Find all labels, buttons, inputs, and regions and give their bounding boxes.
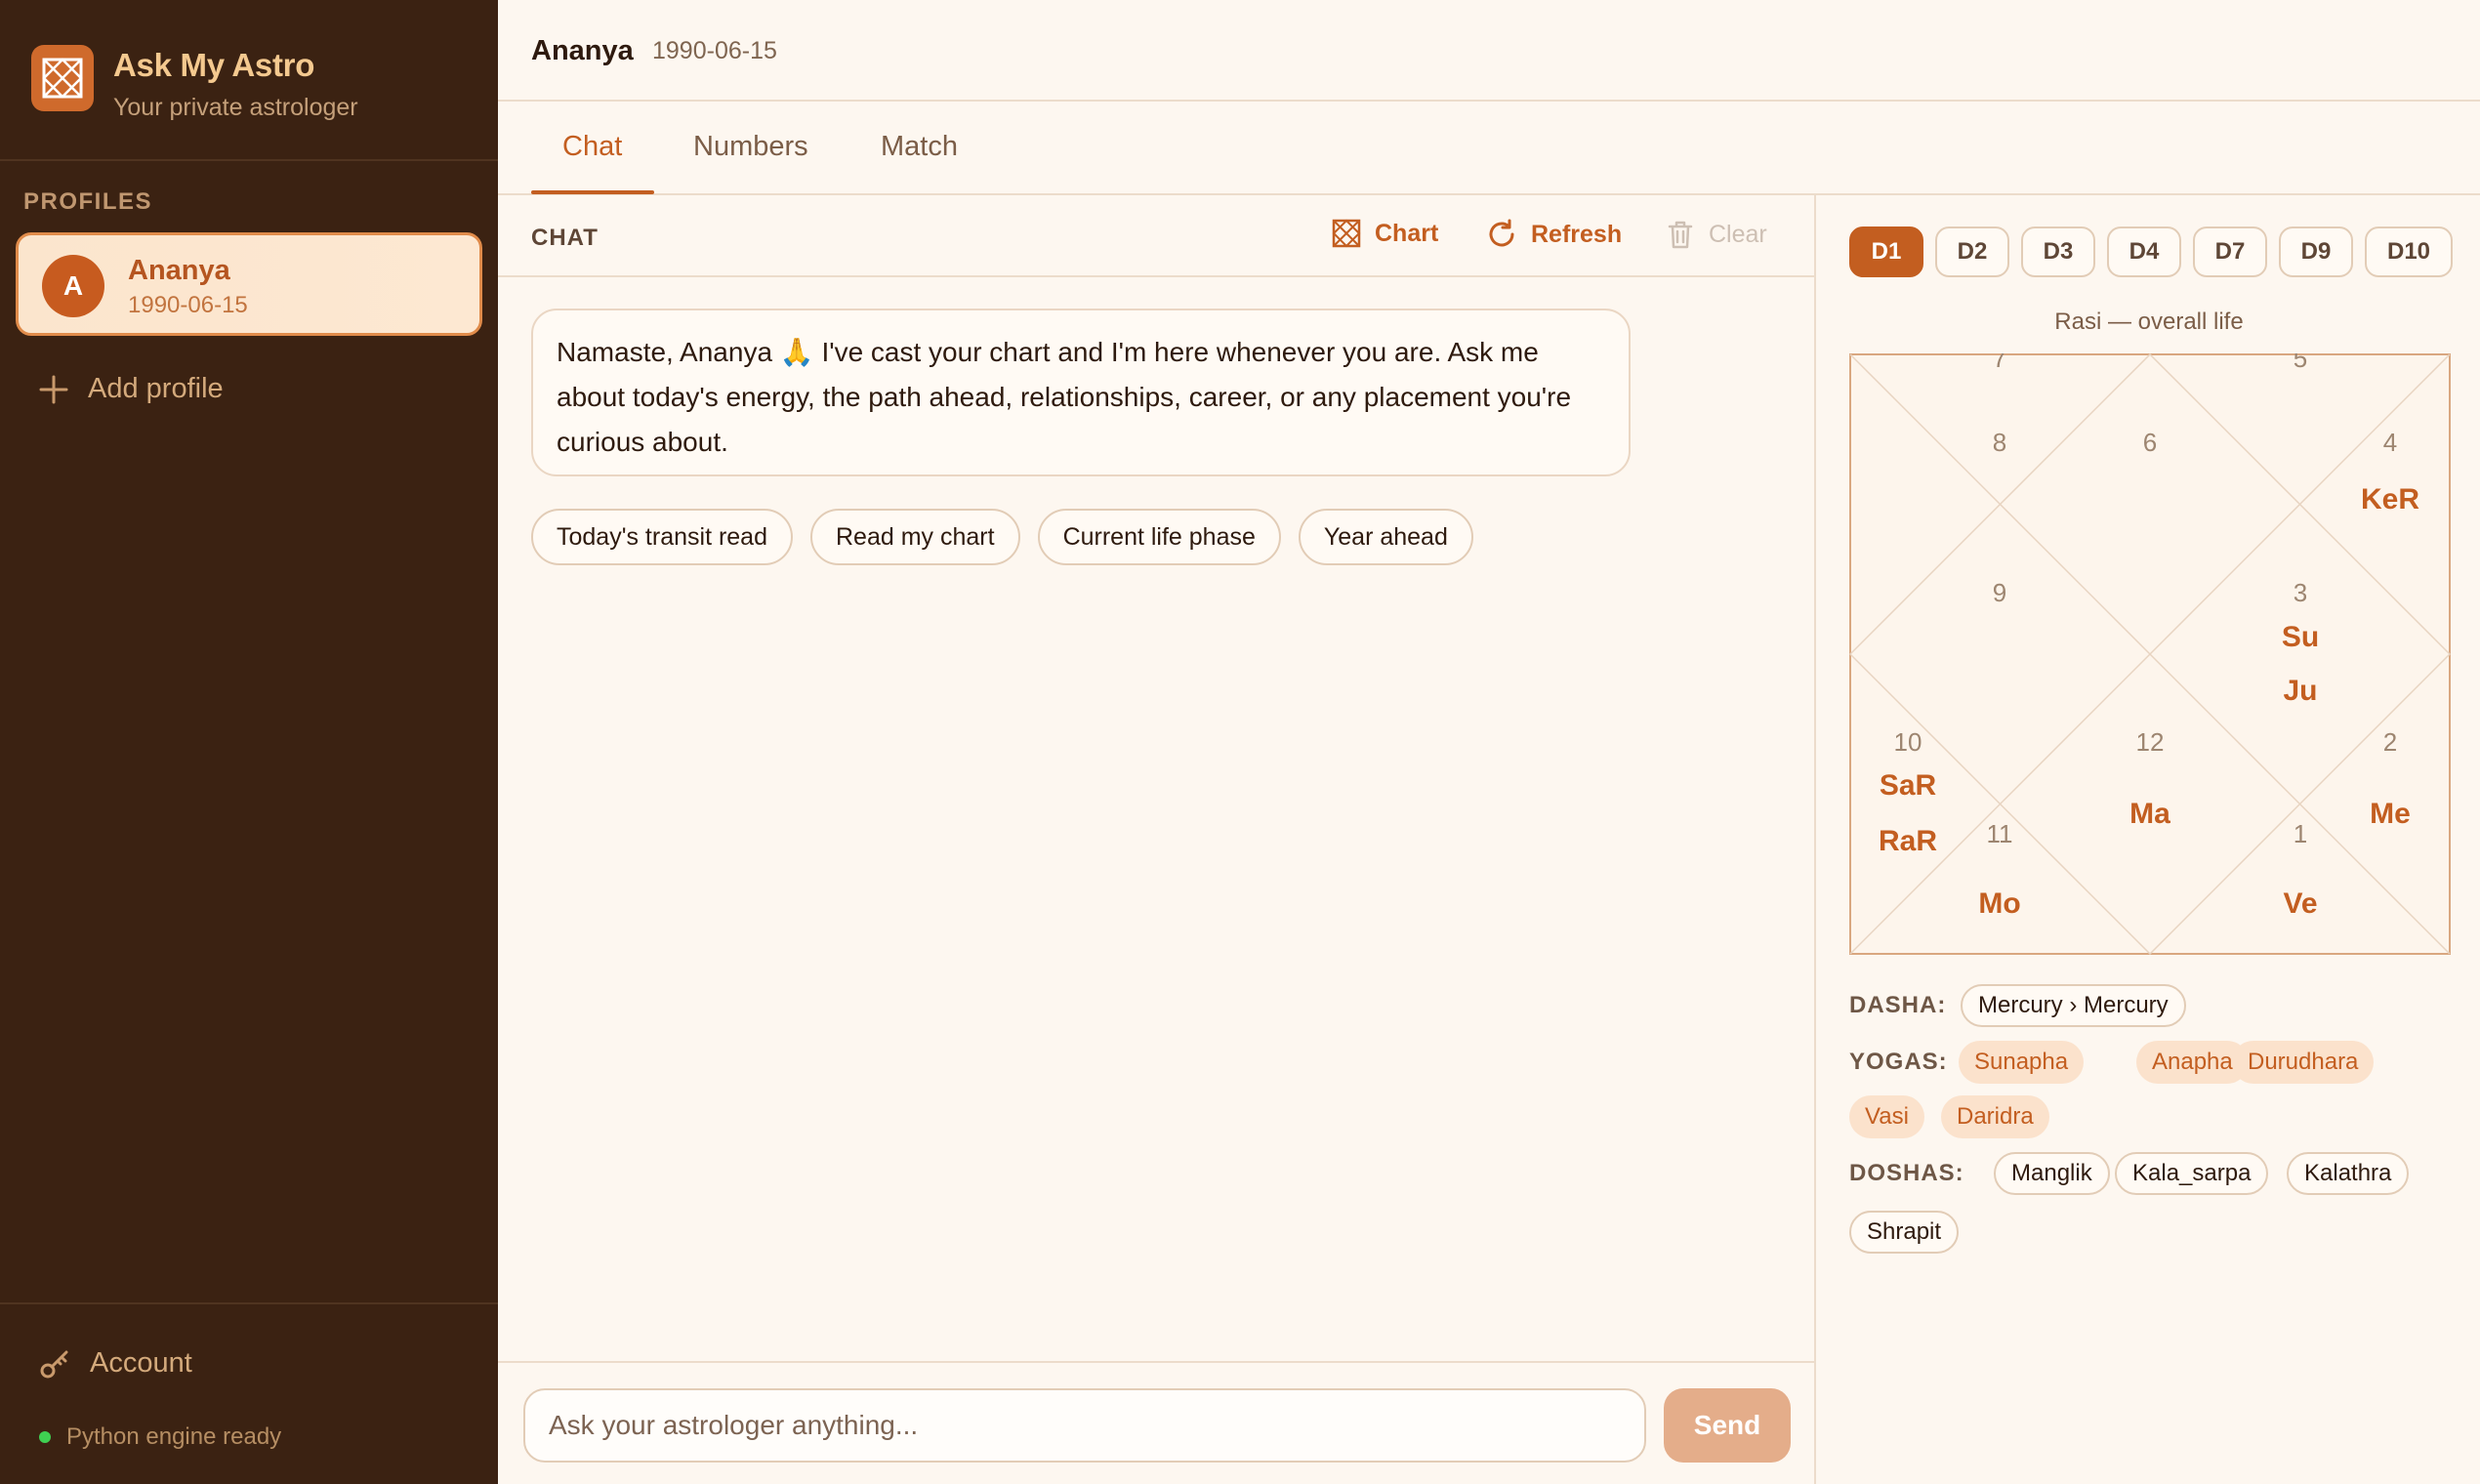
division-tab-d10[interactable]: D10: [2365, 227, 2453, 277]
trash-icon: [1668, 221, 1693, 249]
doshas-label: DOSHAS:: [1849, 1160, 1964, 1186]
brand: Ask My Astro Your private astrologer: [31, 45, 358, 122]
key-icon: [40, 1350, 68, 1378]
refresh-button[interactable]: Refresh: [1486, 219, 1622, 250]
planet-label: RaR: [1879, 825, 1937, 857]
clear-button-label: Clear: [1709, 220, 1767, 248]
planet-label: KeR: [2361, 483, 2419, 515]
sidebar: Ask My Astro Your private astrologer PRO…: [0, 0, 498, 1484]
profile-dob: 1990-06-15: [128, 292, 248, 318]
dosha-tag: Kalathra: [2287, 1152, 2410, 1195]
assistant-message: Namaste, Ananya 🙏 I've cast your chart a…: [531, 309, 1631, 476]
tab-chat[interactable]: Chat: [562, 131, 622, 163]
dasha-badge: Mercury › Mercury: [1961, 984, 2186, 1027]
account-button[interactable]: Account: [39, 1347, 192, 1380]
house-number: 8: [1993, 428, 2006, 457]
tab-match[interactable]: Match: [881, 131, 958, 163]
add-profile-button[interactable]: Add profile: [39, 373, 224, 405]
header-dob: 1990-06-15: [652, 37, 777, 64]
dosha-tag: Manglik: [1994, 1152, 2110, 1195]
tab-numbers[interactable]: Numbers: [693, 131, 808, 163]
division-tab-d1[interactable]: D1: [1849, 227, 1923, 277]
division-tab-d9[interactable]: D9: [2279, 227, 2353, 277]
yoga-tag: Sunapha: [1959, 1041, 2085, 1084]
house-number: 3: [2294, 578, 2307, 607]
house-number: 1: [2294, 819, 2307, 848]
division-tab-d2[interactable]: D2: [1935, 227, 2009, 277]
planet-label: Ju: [2283, 675, 2317, 707]
dosha-tag: Kala_sarpa: [2115, 1152, 2269, 1195]
account-label: Account: [90, 1347, 192, 1379]
planet-label: Me: [2370, 798, 2411, 830]
app-subtitle: Your private astrologer: [113, 94, 358, 121]
division-tab-d3[interactable]: D3: [2021, 227, 2095, 277]
chart-icon: [1332, 219, 1361, 248]
division-tab-d7[interactable]: D7: [2193, 227, 2267, 277]
chart-grid-icon: [31, 45, 94, 111]
plus-icon: [39, 375, 68, 403]
planet-label: Ma: [2129, 798, 2170, 830]
dasha-label: DASHA:: [1849, 992, 1947, 1018]
tab-bar: Chat Numbers Match: [498, 102, 2480, 195]
sidebar-divider: [0, 159, 498, 161]
house-number: 11: [1987, 819, 2013, 848]
house-number: 5: [2294, 353, 2307, 373]
yoga-tag: Vasi: [1849, 1095, 1924, 1138]
engine-status: Python engine ready: [39, 1423, 281, 1451]
refresh-icon: [1489, 219, 1514, 247]
suggestion-chips: Today's transit read Read my chart Curre…: [531, 509, 1491, 565]
add-profile-label: Add profile: [88, 373, 224, 404]
house-number: 12: [2136, 727, 2165, 757]
suggestion-chip[interactable]: Current life phase: [1037, 509, 1281, 565]
yoga-tag: Daridra: [1941, 1095, 2049, 1138]
chart-button-label: Chart: [1375, 219, 1439, 247]
sidebar-divider: [0, 1302, 498, 1304]
chat-header: CHAT Chart Refresh Clear: [498, 195, 1816, 277]
yogas-label: YOGAS:: [1849, 1049, 1948, 1075]
division-tab-d4[interactable]: D4: [2107, 227, 2181, 277]
house-number: 6: [2143, 428, 2157, 457]
suggestion-chip[interactable]: Today's transit read: [531, 509, 793, 565]
house-number: 7: [1993, 353, 2006, 373]
planet-label: SaR: [1880, 769, 1937, 802]
yoga-tag: Durudhara: [2232, 1041, 2375, 1084]
profile-name: Ananya: [128, 255, 230, 286]
chart-panel: D1 D2 D3 D4 D7 D9 D10 Rasi — overall lif…: [1818, 195, 2480, 1484]
planet-label: Ve: [2283, 887, 2317, 920]
planet-label: Su: [2282, 621, 2319, 653]
clear-button[interactable]: Clear: [1666, 219, 1767, 250]
header: Ananya 1990-06-15: [498, 0, 2480, 102]
house-number: 10: [1894, 727, 1922, 757]
refresh-button-label: Refresh: [1531, 220, 1623, 248]
chart-button[interactable]: Chart: [1332, 219, 1438, 248]
profile-card-ananya[interactable]: A Ananya 1990-06-15: [16, 232, 482, 336]
send-button[interactable]: Send: [1664, 1388, 1791, 1463]
division-tabs: D1 D2 D3 D4 D7 D9 D10: [1849, 227, 2464, 277]
avatar: A: [42, 255, 104, 317]
chat-title: CHAT: [531, 225, 599, 251]
status-dot-icon: [39, 1431, 51, 1443]
planet-label: Mo: [1978, 887, 2020, 920]
profiles-heading: PROFILES: [23, 188, 153, 215]
header-name: Ananya: [531, 35, 634, 66]
chart-caption: Rasi — overall life: [2054, 309, 2244, 335]
message-input[interactable]: [523, 1388, 1646, 1463]
dosha-tag: Shrapit: [1849, 1211, 1960, 1254]
house-number: 4: [2383, 428, 2397, 457]
north-indian-chart: 8 7 6 5 4 KeR 9 3 Su Ju 10 SaR RaR 12 Ma…: [1849, 353, 2451, 955]
suggestion-chip[interactable]: Read my chart: [810, 509, 1020, 565]
house-number: 9: [1993, 578, 2006, 607]
engine-status-text: Python engine ready: [66, 1423, 282, 1450]
active-tab-indicator: [531, 190, 654, 194]
composer: Send: [498, 1361, 1816, 1484]
chat-panel: CHAT Chart Refresh Clear Namaste, Ananya: [498, 195, 1816, 1484]
app-title: Ask My Astro: [113, 47, 315, 83]
suggestion-chip[interactable]: Year ahead: [1298, 509, 1473, 565]
house-number: 2: [2383, 727, 2397, 757]
